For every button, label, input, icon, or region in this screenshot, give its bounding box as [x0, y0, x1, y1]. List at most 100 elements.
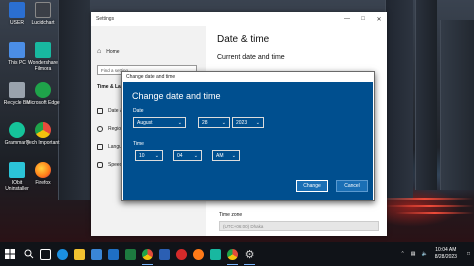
globe-icon	[97, 126, 103, 132]
home-icon: ⌂	[97, 48, 102, 55]
filmora-icon	[210, 248, 221, 260]
desktop-icon-label: Microsoft Edge	[26, 100, 60, 106]
firefox-icon	[35, 162, 51, 178]
mail-icon	[108, 248, 119, 260]
recycle-bin-icon	[9, 82, 25, 98]
section-subtitle: Current date and time	[217, 54, 285, 61]
chrome-icon	[142, 248, 153, 260]
edge-icon	[57, 248, 68, 260]
desktop-icon-firefox[interactable]: Firefox	[26, 162, 60, 186]
taskbar-file-explorer[interactable]	[71, 242, 88, 266]
chevron-down-icon: ⌄	[231, 152, 236, 159]
iobit-uninstaller-icon	[9, 162, 25, 178]
taskbar-edge[interactable]	[54, 242, 71, 266]
microphone-icon	[97, 162, 103, 168]
year-value: 2023	[236, 119, 248, 126]
chevron-down-icon: ⌄	[177, 119, 182, 126]
minute-value: 04	[177, 152, 183, 159]
network-icon[interactable]: ▤	[408, 251, 419, 257]
taskbar-search-button[interactable]	[20, 242, 37, 266]
change-button[interactable]: Change	[296, 180, 328, 192]
wallpaper-light-streak	[375, 198, 474, 200]
wallpaper-building	[58, 0, 90, 200]
chevron-down-icon: ⌄	[193, 152, 198, 159]
hour-dropdown[interactable]: 10 ⌄	[135, 150, 163, 161]
store-icon	[91, 248, 102, 260]
word-icon	[159, 248, 170, 260]
dialog-body: Change date and time Date August ⌄ 28 ⌄ …	[123, 82, 373, 200]
page-title: Date & time	[217, 34, 270, 45]
desktop-icon-tech-important[interactable]: Tech Important	[26, 122, 60, 146]
edge-icon	[35, 82, 51, 98]
desktop-icon-lucidchart[interactable]: Lucidchart	[26, 2, 60, 26]
nav-home[interactable]: ⌂ Home	[97, 48, 120, 55]
chrome-shortcut-icon	[35, 122, 51, 138]
taskbar-excel[interactable]	[122, 242, 139, 266]
user-folder-icon	[9, 2, 25, 18]
system-tray: ⌃ ▤ 🔈 10:04 AM 8/28/2023 □	[398, 242, 474, 266]
month-dropdown[interactable]: August ⌄	[133, 117, 186, 128]
timezone-label: Time zone	[219, 212, 243, 218]
chevron-down-icon: ⌄	[154, 152, 159, 159]
taskbar-mail[interactable]	[105, 242, 122, 266]
close-button[interactable]: ✕	[371, 12, 387, 26]
task-view-icon	[40, 248, 51, 260]
start-button[interactable]	[0, 242, 20, 266]
search-icon	[24, 249, 33, 259]
wallpaper-building	[440, 20, 474, 190]
minimize-button[interactable]: —	[339, 12, 355, 26]
folder-icon	[74, 248, 85, 260]
taskbar-clock[interactable]: 10:04 AM 8/28/2023	[431, 247, 463, 261]
wallpaper-building	[415, 0, 437, 190]
dialog-window-title: Change date and time	[126, 74, 176, 80]
clock-time: 10:04 AM	[435, 247, 457, 253]
time-label: Time	[133, 141, 144, 147]
filmora-icon	[35, 42, 51, 58]
year-dropdown[interactable]: 2023 ⌄	[232, 117, 264, 128]
ampm-dropdown[interactable]: AM ⌄	[212, 150, 240, 161]
settings-titlebar: Settings — □ ✕	[91, 12, 387, 26]
taskbar-opera[interactable]	[173, 242, 190, 266]
wallpaper-building	[385, 0, 413, 200]
volume-icon[interactable]: 🔈	[418, 251, 430, 257]
chevron-down-icon: ⌄	[221, 119, 226, 126]
calendar-icon	[97, 108, 103, 114]
taskbar-settings[interactable]: ⚙	[241, 242, 258, 266]
gear-icon: ⚙	[244, 248, 255, 261]
taskbar-firefox[interactable]	[190, 242, 207, 266]
desktop-icon-filmora[interactable]: Wondershare Filmora	[26, 42, 60, 72]
desktop-icon-edge[interactable]: Microsoft Edge	[26, 82, 60, 106]
maximize-button[interactable]: □	[355, 12, 371, 26]
notifications-icon[interactable]: □	[463, 251, 474, 257]
taskbar-chrome[interactable]	[139, 242, 156, 266]
cancel-button[interactable]: Cancel	[336, 180, 368, 192]
minute-dropdown[interactable]: 04 ⌄	[173, 150, 202, 161]
nav-item-region[interactable]: Region	[97, 126, 124, 132]
change-date-time-dialog: Change date and time Change date and tim…	[121, 71, 375, 201]
taskbar-task-view[interactable]	[37, 242, 54, 266]
excel-icon	[125, 248, 136, 260]
clock-date: 8/28/2023	[434, 254, 457, 260]
taskbar: ⚙ ⌃ ▤ 🔈 10:04 AM 8/28/2023 □	[0, 242, 474, 266]
wallpaper-light-streak	[385, 205, 474, 207]
wallpaper-light-streak	[395, 212, 474, 214]
taskbar-chrome-2[interactable]	[224, 242, 241, 266]
desktop-icon-label: Lucidchart	[31, 20, 55, 26]
lucidchart-icon	[35, 2, 51, 18]
desktop-icon-label: Tech Important	[26, 140, 60, 146]
chrome-icon	[227, 248, 238, 260]
windows-logo-icon	[5, 249, 15, 259]
month-value: August	[137, 119, 153, 126]
opera-icon	[176, 248, 187, 260]
chevron-up-icon[interactable]: ⌃	[398, 251, 408, 257]
computer-icon	[9, 42, 25, 58]
timezone-select[interactable]: (UTC+06:00) Dhaka	[219, 221, 379, 231]
firefox-icon	[193, 248, 204, 260]
nav-home-label: Home	[106, 48, 120, 55]
taskbar-word[interactable]	[156, 242, 173, 266]
desktop-icon-label: Wondershare Filmora	[28, 60, 58, 72]
taskbar-filmora[interactable]	[207, 242, 224, 266]
date-label: Date	[133, 108, 144, 114]
day-dropdown[interactable]: 28 ⌄	[198, 117, 230, 128]
taskbar-store[interactable]	[88, 242, 105, 266]
